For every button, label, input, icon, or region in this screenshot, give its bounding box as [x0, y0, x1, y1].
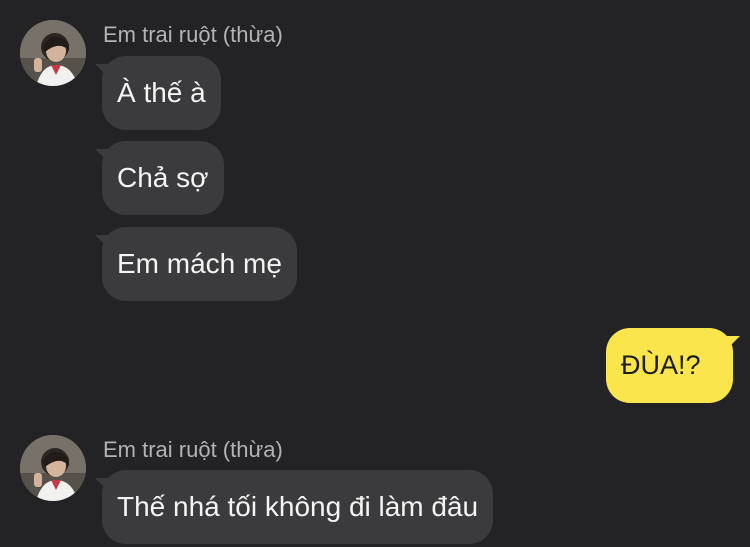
incoming-message-bubble[interactable]: Thế nhá tối không đi làm đâu	[102, 470, 494, 544]
profile-photo-icon	[20, 20, 86, 86]
incoming-message-bubble[interactable]: Chả sợ	[102, 141, 224, 215]
sender-name: Em trai ruột (thừa)	[103, 437, 283, 462]
sender-name: Em trai ruột (thừa)	[103, 22, 283, 47]
sender-avatar[interactable]	[20, 20, 86, 86]
outgoing-message-bubble[interactable]: ĐÙA!?	[606, 328, 733, 403]
sender-avatar[interactable]	[20, 435, 86, 501]
incoming-message-bubble[interactable]: Em mách mẹ	[102, 227, 297, 301]
incoming-message-bubble[interactable]: À thế à	[102, 56, 221, 130]
profile-photo-icon	[20, 435, 86, 501]
